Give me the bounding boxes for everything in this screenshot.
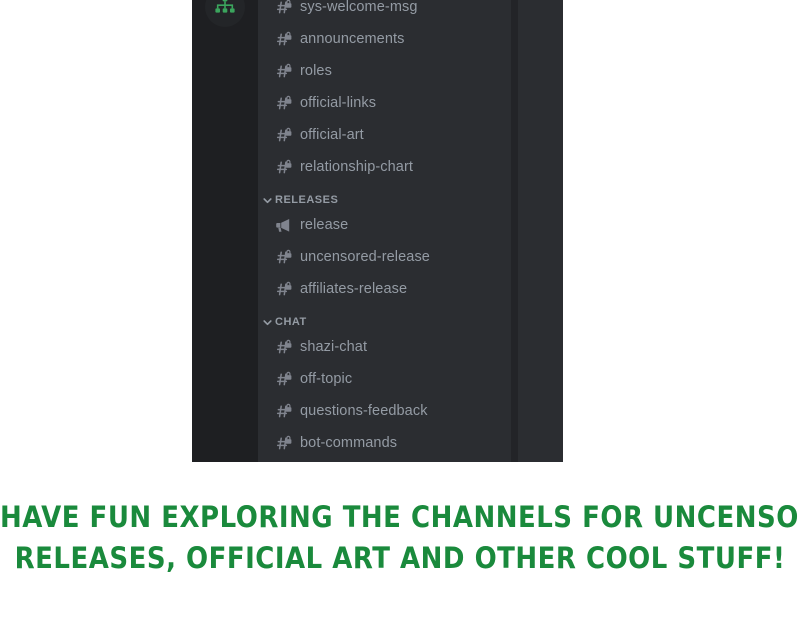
- hash-locked-icon: [274, 279, 294, 299]
- channel-label: affiliates-release: [300, 281, 408, 297]
- hierarchy-icon: [213, 0, 237, 19]
- hash-locked-icon: [274, 125, 294, 145]
- hash-locked-icon: [274, 401, 294, 421]
- chevron-down-icon: [260, 193, 274, 207]
- megaphone-icon: [274, 215, 294, 235]
- category-label: CHAT: [275, 316, 307, 328]
- channel-label: official-art: [300, 127, 364, 143]
- channel-label: roles: [300, 63, 332, 79]
- discord-screenshot-panel: sys-welcome-msg announcements roles officia…: [192, 0, 563, 462]
- server-rail: [192, 0, 258, 462]
- channel-label: official-links: [300, 95, 377, 111]
- channel-label: shazi-chat: [300, 339, 368, 355]
- hash-locked-icon: [274, 29, 294, 49]
- server-icon-hierarchy[interactable]: [205, 0, 245, 27]
- channel-label: announcements: [300, 31, 405, 47]
- channel-label: uncensored-release: [300, 249, 430, 265]
- category-label: RELEASES: [275, 194, 339, 206]
- caption-line-1: HAVE FUN EXPLORING THE CHANNELS FOR UNCE…: [0, 501, 800, 535]
- caption-line-2: RELEASES, OFFICIAL ART AND OTHER COOL ST…: [14, 542, 786, 576]
- channel-label: questions-feedback: [300, 403, 428, 419]
- hash-locked-icon: [274, 247, 294, 267]
- channel-list-right-gutter: [518, 0, 563, 462]
- channel-label: bot-commands: [300, 435, 398, 451]
- channel-list-column[interactable]: sys-welcome-msg announcements roles officia…: [258, 0, 563, 462]
- hash-locked-icon: [274, 61, 294, 81]
- channel-label: relationship-chart: [300, 159, 414, 175]
- channel-list-scrollbar[interactable]: [511, 0, 518, 462]
- hash-locked-icon: [274, 433, 294, 453]
- hash-locked-icon: [274, 93, 294, 113]
- hash-locked-icon: [274, 369, 294, 389]
- channel-label: off-topic: [300, 371, 353, 387]
- caption-block: HAVE FUN EXPLORING THE CHANNELS FOR UNCE…: [0, 498, 800, 580]
- chevron-down-icon: [260, 315, 274, 329]
- channel-label: release: [300, 217, 349, 233]
- hash-locked-icon: [274, 157, 294, 177]
- hash-locked-icon: [274, 337, 294, 357]
- channel-label: sys-welcome-msg: [300, 0, 418, 15]
- hash-locked-icon: [274, 0, 294, 17]
